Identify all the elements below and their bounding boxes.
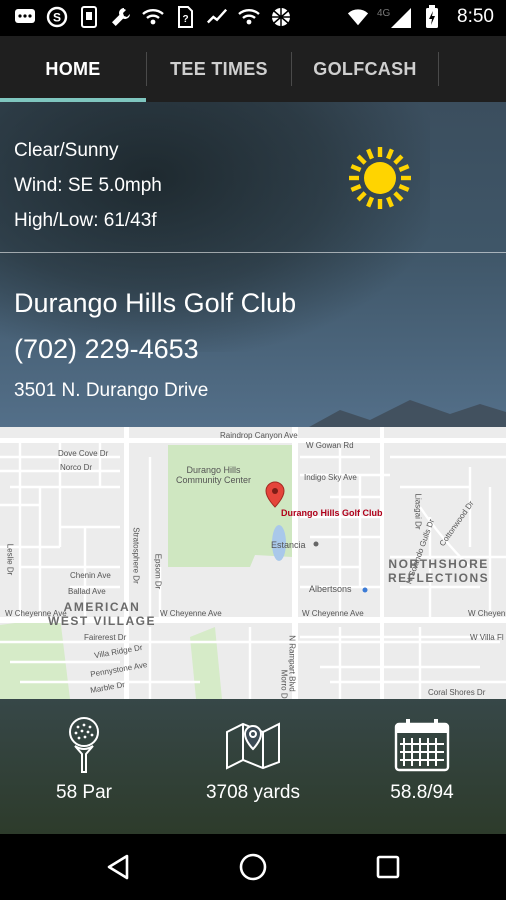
wifi-icon: [142, 6, 164, 28]
street-label: Indigo Sky Ave: [304, 473, 357, 482]
map-pin-icon: [225, 716, 281, 774]
street-label: N Rampart Blvd: [287, 635, 297, 692]
weather-panel: Clear/Sunny Wind: SE 5.0mph High/Low: 61…: [0, 102, 506, 254]
calendar-icon: [394, 716, 450, 774]
weather-divider: [0, 252, 506, 253]
street-label: Ballad Ave: [68, 587, 106, 596]
street-label: Leslie Dr: [5, 543, 15, 576]
signal-icon: 4G: [377, 6, 413, 28]
street-label: Stratosphere Dr: [131, 527, 141, 584]
network-type: 4G: [377, 8, 391, 19]
stat-yards: 3708 yards: [169, 700, 337, 834]
battery-icon: [421, 5, 443, 28]
street-label: Norco Dr: [60, 463, 93, 472]
home-icon: [239, 853, 267, 881]
street-label: Liasgai Dr: [413, 493, 423, 530]
street-label: Raindrop Canyon Ave: [220, 431, 298, 440]
system-icons: 4G 8:50: [347, 5, 494, 28]
stat-rating: 58.8/94: [338, 700, 506, 834]
weather-condition: Clear/Sunny: [14, 140, 119, 161]
street-label: Fairerest Dr: [84, 633, 127, 642]
status-bar: S ? 4G 8:50: [0, 0, 506, 36]
ball-icon: [270, 6, 292, 28]
notification-icons: S ?: [14, 6, 292, 28]
wifi-icon: [238, 6, 260, 28]
signal-icon: [206, 6, 228, 28]
club-phone[interactable]: (702) 229-4653: [14, 334, 199, 365]
street-label: W Cheyenne Ave: [468, 609, 506, 618]
street-label: W Gowan Rd: [306, 441, 354, 450]
tab-bar: HOME TEE TIMES GOLFCASH M: [0, 36, 506, 102]
home-content: Clear/Sunny Wind: SE 5.0mph High/Low: 61…: [0, 102, 506, 834]
recents-button[interactable]: [363, 842, 413, 892]
recents-icon: [377, 855, 400, 879]
clock: 8:50: [457, 6, 494, 27]
weather-high-low: High/Low: 61/43f: [14, 210, 157, 231]
wrench-icon: [110, 6, 132, 28]
street-label: W Cheyenne Ave: [302, 609, 364, 618]
club-name: Durango Hills Golf Club: [14, 288, 297, 318]
area-label: NORTHSHORE REFLECTIONS: [388, 557, 490, 585]
street-label: Epsom Dr: [153, 553, 163, 590]
home-button[interactable]: [228, 842, 278, 892]
course-map[interactable]: Raindrop Canyon Ave W Gowan Rd Dove Cove…: [0, 427, 506, 699]
message-icon: [14, 6, 36, 28]
stat-par-label: 58 Par: [56, 782, 112, 803]
tab-home[interactable]: HOME: [0, 36, 146, 102]
street-label: W Villa Fl: [470, 633, 504, 642]
svg-text:S: S: [53, 11, 61, 25]
sim-icon: ?: [174, 6, 196, 28]
tab-golfcash[interactable]: GOLFCASH: [292, 36, 438, 102]
stat-yards-label: 3708 yards: [205, 782, 300, 803]
poi-label: Estancia: [271, 540, 306, 550]
street-label: Coral Shores Dr: [428, 688, 486, 697]
course-stats: 58 Par 3708 yards 58.8/94: [0, 700, 506, 834]
back-icon: [107, 854, 128, 880]
street-label: W Cheyenne Ave: [160, 609, 222, 618]
area-label: AMERICAN WEST VILLAGE: [48, 600, 156, 628]
wifi-icon: [347, 6, 369, 28]
tab-tee-times[interactable]: TEE TIMES: [147, 36, 291, 102]
poi-label: Albertsons: [309, 584, 352, 594]
club-map-label[interactable]: Durango Hills Golf Club: [281, 508, 383, 518]
phone-icon: [78, 6, 100, 28]
skype-icon: S: [46, 6, 68, 28]
stat-rating-label: 58.8/94: [390, 782, 454, 803]
club-address: 3501 N. Durango Drive: [14, 380, 209, 401]
background-mountains: [300, 400, 506, 432]
navigation-bar: [0, 834, 506, 900]
street-label: Chenin Ave: [70, 571, 111, 580]
street-label: Morro Dr: [279, 669, 289, 699]
golf-ball-icon: [64, 716, 104, 774]
tab-more[interactable]: M: [439, 36, 506, 102]
back-button[interactable]: [93, 842, 143, 892]
weather-wind: Wind: SE 5.0mph: [14, 175, 162, 196]
svg-text:?: ?: [182, 14, 188, 25]
sun-icon: [349, 147, 411, 209]
street-label: Dove Cove Dr: [58, 449, 109, 458]
stat-par: 58 Par: [0, 700, 168, 834]
poi-label: Durango Hills Community Center: [176, 465, 252, 485]
